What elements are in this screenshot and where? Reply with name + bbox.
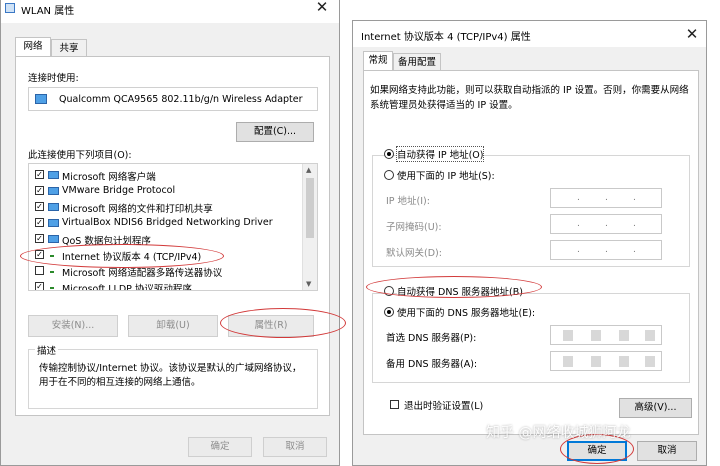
item-label: Microsoft 网络客户端 (62, 172, 156, 183)
ipv4-general-panel: 如果网络支持此功能，则可以获取自动指派的 IP 设置。否则，你需要从网络系统管理… (363, 70, 699, 435)
tab-general[interactable]: 常规 (363, 51, 393, 71)
gateway-field[interactable]: ... (550, 240, 662, 260)
ip-address-field[interactable]: ... (550, 188, 662, 208)
gateway-label: 默认网关(D): (386, 248, 442, 259)
annotation-auto-dns-oval (366, 276, 542, 298)
file-share-icon (48, 203, 59, 211)
list-item[interactable]: ✓ VirtualBox NDIS6 Bridged Networking Dr… (29, 215, 299, 231)
manual-ip-label[interactable]: 使用下面的 IP 地址(S): (397, 168, 495, 182)
item-checkbox[interactable]: ✓ (35, 186, 44, 195)
scroll-up-icon[interactable]: ▲ (306, 166, 311, 174)
manual-ip-radio[interactable] (384, 170, 394, 180)
ip-address-label: IP 地址(I): (386, 196, 430, 207)
network-driver-icon (48, 219, 59, 227)
intro-text: 如果网络支持此功能，则可以获取自动指派的 IP 设置。否则，你需要从网络系统管理… (370, 85, 689, 111)
wlan-window-icon (5, 3, 15, 13)
description-text: 传输控制协议/Internet 协议。该协议是默认的广域网络协议，用于在不同的相… (39, 363, 302, 388)
wlan-properties-window: WLAN 属性 ✕ 网络 共享 连接时使用: Qualcomm QCA9565 … (0, 0, 340, 466)
list-item[interactable]: ✓ VMware Bridge Protocol (29, 183, 299, 199)
protocol-icon (50, 287, 54, 289)
list-item[interactable]: ✓ Microsoft LLDP 协议驱动程序 (29, 279, 299, 291)
subnet-field[interactable]: ... (550, 214, 662, 234)
scroll-thumb[interactable] (306, 178, 314, 238)
items-scrollbar[interactable]: ▲ ▼ (302, 164, 317, 290)
ipv4-cancel-button[interactable]: 取消 (637, 441, 697, 461)
adapter-icon (35, 94, 47, 104)
item-checkbox[interactable]: ✓ (35, 170, 44, 179)
item-checkbox[interactable]: ✓ (35, 282, 44, 290)
ipv4-window-title: Internet 协议版本 4 (TCP/IPv4) 属性 (361, 32, 531, 43)
protocol-icon (50, 271, 54, 273)
wlan-cancel-button[interactable]: 取消 (263, 437, 327, 457)
item-checkbox[interactable]: ✓ (35, 234, 44, 243)
wlan-window-title: WLAN 属性 (21, 6, 75, 17)
wlan-title-bar[interactable]: WLAN 属性 ✕ (1, 0, 339, 23)
item-label: VirtualBox NDIS6 Bridged Networking Driv… (62, 217, 273, 228)
item-checkbox[interactable]: ✓ (35, 218, 44, 227)
wlan-close-icon[interactable]: ✕ (311, 0, 333, 17)
items-list: ✓ Microsoft 网络客户端 ✓ VMware Bridge Protoc… (28, 163, 318, 291)
annotation-properties-oval (220, 308, 346, 338)
items-label: 此连接使用下列项目(O): (28, 150, 132, 161)
subnet-label: 子网掩码(U): (386, 222, 442, 233)
manual-dns-label[interactable]: 使用下面的 DNS 服务器地址(E): (397, 305, 536, 319)
item-checkbox[interactable] (35, 266, 44, 275)
network-client-icon (48, 171, 59, 179)
manual-dns-radio[interactable] (384, 307, 394, 317)
adapter-box: Qualcomm QCA9565 802.11b/g/n Wireless Ad… (28, 87, 318, 111)
uninstall-button[interactable]: 卸载(U) (128, 315, 218, 337)
tab-alternate-config[interactable]: 备用配置 (393, 53, 441, 71)
list-item[interactable]: ✓ Microsoft 网络客户端 (29, 167, 299, 183)
ipv4-title-bar[interactable]: Internet 协议版本 4 (TCP/IPv4) 属性 ✕ (353, 21, 706, 47)
advanced-button[interactable]: 高级(V)... (619, 398, 692, 418)
scroll-down-icon[interactable]: ▼ (306, 280, 311, 288)
ipv4-properties-window: Internet 协议版本 4 (TCP/IPv4) 属性 ✕ 常规 备用配置 … (352, 20, 707, 466)
zhihu-watermark: 知乎 @网络收城狮阿龙 (486, 425, 631, 441)
qos-icon (48, 235, 59, 243)
connect-using-label: 连接时使用: (28, 73, 79, 84)
alternate-dns-field[interactable] (550, 351, 662, 371)
preferred-dns-field[interactable] (550, 325, 662, 345)
adapter-name: Qualcomm QCA9565 802.11b/g/n Wireless Ad… (59, 94, 303, 105)
tab-sharing[interactable]: 共享 (51, 39, 87, 57)
description-label: 描述 (35, 343, 59, 357)
description-group: 描述 传输控制协议/Internet 协议。该协议是默认的广域网络协议，用于在不… (28, 343, 318, 409)
install-button[interactable]: 安装(N)... (28, 315, 118, 337)
wlan-ok-button[interactable]: 确定 (188, 437, 252, 457)
tab-network[interactable]: 网络 (15, 37, 51, 57)
preferred-dns-label: 首选 DNS 服务器(P): (386, 333, 477, 344)
ipv4-close-icon[interactable]: ✕ (681, 24, 703, 44)
annotation-ipv4-oval (20, 244, 224, 268)
auto-ip-label[interactable]: 自动获得 IP 地址(O) (395, 146, 485, 162)
item-label: VMware Bridge Protocol (62, 185, 176, 196)
wlan-network-panel: 连接时使用: Qualcomm QCA9565 802.11b/g/n Wire… (15, 56, 330, 416)
alternate-dns-label: 备用 DNS 服务器(A): (386, 359, 478, 370)
item-label: Microsoft 网络的文件和打印机共享 (62, 204, 213, 215)
item-checkbox[interactable]: ✓ (35, 202, 44, 211)
network-protocol-icon (48, 187, 59, 195)
item-label: Microsoft LLDP 协议驱动程序 (62, 284, 192, 291)
auto-ip-radio[interactable] (384, 149, 394, 159)
list-item[interactable]: ✓ Microsoft 网络的文件和打印机共享 (29, 199, 299, 215)
validate-checkbox[interactable] (390, 400, 399, 409)
validate-label[interactable]: 退出时验证设置(L) (404, 398, 483, 412)
configure-button[interactable]: 配置(C)... (236, 122, 314, 142)
